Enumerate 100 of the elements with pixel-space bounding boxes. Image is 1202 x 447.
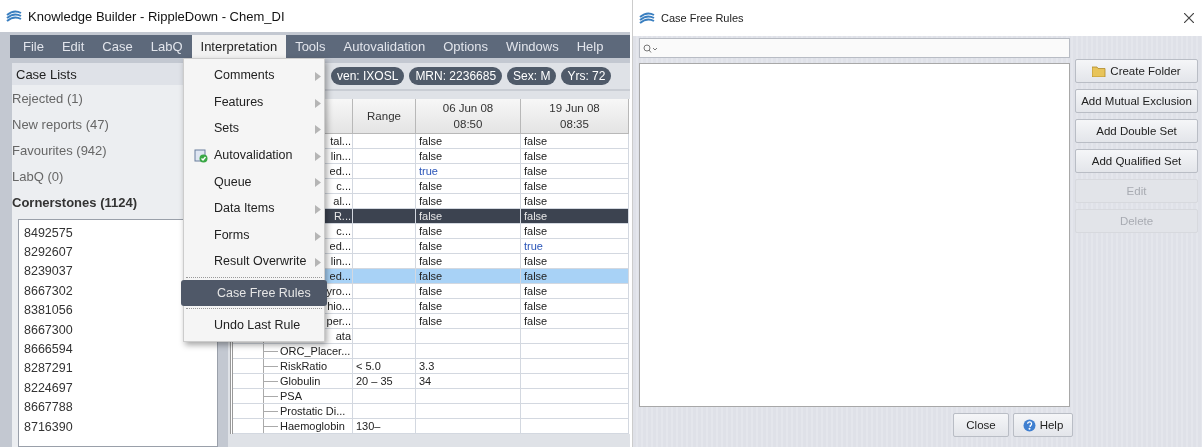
table-cell: false <box>521 224 629 239</box>
table-cell: 34 <box>416 374 521 389</box>
window-title: Knowledge Builder - RippleDown - Chem_DI <box>28 8 285 24</box>
checklist-icon <box>194 148 208 163</box>
menu-item[interactable]: Windows <box>497 35 568 58</box>
patient-chip: MRN: 2236685 <box>409 67 503 85</box>
menu-item[interactable]: Tools <box>286 35 335 58</box>
dialog-button[interactable]: Close <box>953 413 1009 437</box>
table-cell: false <box>521 149 629 164</box>
patient-chip: Yrs: 72 <box>561 67 612 85</box>
search-icon <box>643 43 657 53</box>
table-cell: true <box>416 164 521 179</box>
table-cell: false <box>521 284 629 299</box>
table-cell: false <box>416 149 521 164</box>
table-cell: false <box>416 299 521 314</box>
table-cell <box>353 179 416 194</box>
table-cell <box>353 224 416 239</box>
table-cell: false <box>416 284 521 299</box>
table-cell: false <box>521 194 629 209</box>
table-cell: Prostatic Di... <box>233 404 353 419</box>
submenu-arrow-icon <box>315 72 321 81</box>
case-number[interactable]: 8716390 <box>19 416 217 437</box>
table-cell: false <box>521 314 629 329</box>
table-cell <box>353 164 416 179</box>
table-cell: 3.3 <box>416 359 521 374</box>
folder-icon <box>1092 65 1107 77</box>
table-cell: true <box>521 239 629 254</box>
menu-item[interactable]: File <box>14 35 53 58</box>
case-number[interactable]: 8287291 <box>19 358 217 379</box>
column-header[interactable]: Range <box>353 99 416 134</box>
menu-item[interactable]: LabQ <box>141 35 192 58</box>
case-number[interactable]: 8666594 <box>19 339 217 359</box>
table-cell: Haemoglobin <box>233 419 353 434</box>
table-cell: false <box>521 269 629 284</box>
submenu-arrow-icon <box>315 125 321 135</box>
table-cell: false <box>416 194 521 209</box>
menu-item[interactable]: Options <box>434 35 497 58</box>
table-cell: false <box>521 209 629 224</box>
table-cell: false <box>521 134 629 149</box>
table-cell <box>353 389 416 404</box>
patient-chip: ven: IXOSL <box>331 67 405 85</box>
table-cell <box>353 404 416 419</box>
submenu-arrow-icon <box>315 151 321 161</box>
menu-item[interactable]: Autovalidation <box>334 35 435 58</box>
submenu-arrow-icon <box>315 231 321 241</box>
table-cell <box>353 314 416 329</box>
side-button[interactable]: Add Double Set <box>1075 119 1198 143</box>
table-cell: < 5.0 <box>353 359 416 374</box>
table-cell <box>353 269 416 284</box>
help-icon <box>1022 418 1036 432</box>
table-cell: false <box>416 209 521 224</box>
table-cell: false <box>521 254 629 269</box>
case-number[interactable]: 8667788 <box>19 397 217 417</box>
table-cell: false <box>521 179 629 194</box>
table-cell: ORC_Placer... <box>233 344 353 359</box>
column-header[interactable]: 06 Jun 08 08:50 <box>416 99 521 134</box>
menu-item[interactable]: Edit <box>52 35 94 58</box>
table-cell: RiskRatio <box>233 359 353 374</box>
table-cell: false <box>416 314 521 329</box>
submenu-arrow-icon <box>315 258 321 268</box>
menu-item[interactable]: Case Free Rules <box>181 279 327 307</box>
column-header[interactable]: 19 Jun 08 08:35 <box>521 99 629 134</box>
table-cell <box>353 329 416 344</box>
patient-chip: Sex: M <box>507 67 557 85</box>
side-button[interactable]: Add Qualified Set <box>1075 149 1198 173</box>
menu-item[interactable]: Help <box>567 35 613 58</box>
table-cell: 130– <box>353 419 416 434</box>
table-cell <box>353 149 416 164</box>
table-cell <box>353 209 416 224</box>
table-cell <box>353 134 416 149</box>
table-cell <box>353 299 416 314</box>
dialog-title: Case Free Rules <box>661 12 745 24</box>
case-number[interactable]: 8224697 <box>19 378 217 398</box>
table-cell: false <box>521 164 629 179</box>
table-cell <box>353 344 416 359</box>
close-icon[interactable] <box>1184 13 1194 23</box>
table-cell: PSA <box>233 389 353 404</box>
table-cell <box>353 284 416 299</box>
submenu-arrow-icon <box>315 204 321 214</box>
table-cell: false <box>416 254 521 269</box>
side-button[interactable]: Add Mutual Exclusion <box>1075 89 1198 113</box>
submenu-arrow-icon <box>315 98 321 108</box>
table-cell: false <box>416 179 521 194</box>
dialog-button[interactable]: Help <box>1013 413 1073 437</box>
table-cell <box>353 254 416 269</box>
table-cell <box>353 194 416 209</box>
table-cell: false <box>416 239 521 254</box>
menu-item[interactable]: Interpretation <box>191 35 287 58</box>
menu-item[interactable]: Features <box>184 88 324 116</box>
table-cell <box>353 239 416 254</box>
search-field[interactable] <box>639 38 1070 58</box>
submenu-arrow-icon <box>315 178 321 188</box>
table-cell: 20 – 35 <box>353 374 416 389</box>
logo-icon <box>639 12 655 24</box>
table-cell: Globulin <box>233 374 353 389</box>
side-button[interactable]: Create Folder <box>1075 59 1198 83</box>
table-cell: false <box>416 269 521 284</box>
logo-icon <box>6 10 22 22</box>
menu-item[interactable]: Case <box>93 35 142 58</box>
table-cell: false <box>416 134 521 149</box>
